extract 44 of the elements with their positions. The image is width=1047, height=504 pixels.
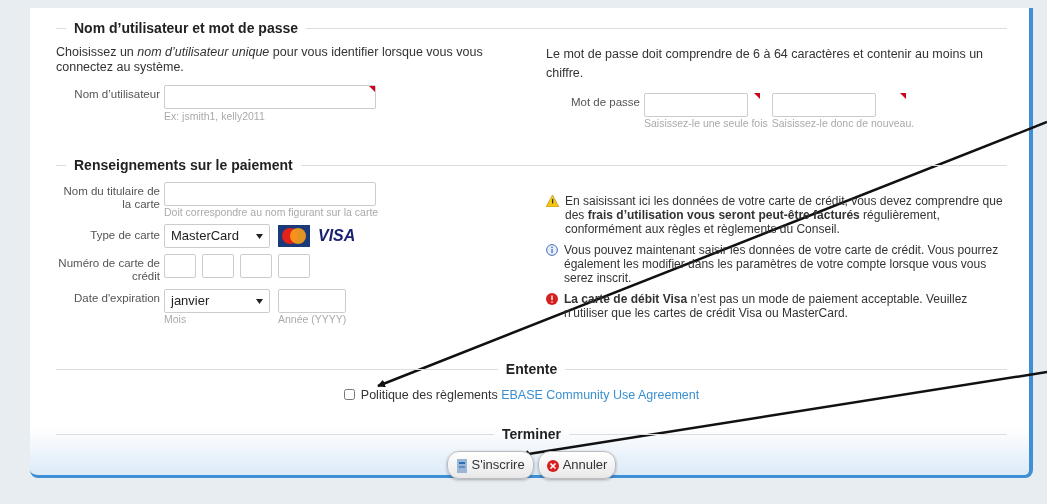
warning-icon (546, 194, 559, 207)
info-icon (546, 243, 558, 256)
card-number-field[interactable] (164, 253, 196, 278)
field-hint: Année (YYYY) (278, 312, 347, 325)
error-icon (546, 292, 558, 305)
agreement-checkbox[interactable] (343, 389, 355, 401)
password-field[interactable] (771, 92, 876, 117)
card-type-select[interactable]: MasterCard (164, 223, 270, 248)
dropdown-arrow-icon (256, 233, 263, 239)
field-hint: Saisissez-le une seule fois (644, 116, 768, 129)
field-label: Type de carte (89, 229, 160, 242)
mastercard-logo-icon (278, 224, 310, 247)
section-heading: Terminer (502, 425, 561, 445)
field-label: Nom du titulaire de la carte (62, 183, 160, 211)
password-field[interactable] (644, 92, 748, 117)
cancel-button[interactable]: Annuler (537, 451, 617, 479)
month-select[interactable]: janvier (164, 288, 270, 313)
field-hint: Ex: jsmith1, kelly2011 (164, 110, 266, 122)
card-number-field[interactable] (240, 253, 272, 278)
agreement-text: Politique des règlements EBASE Community Use Agreement (360, 386, 700, 404)
field-hint: Saisissez-le donc de nouveau. (771, 116, 915, 129)
card-number-field[interactable] (278, 253, 310, 278)
agreement-link[interactable]: EBASE Community Use Agreement (501, 387, 700, 402)
section-heading: Nom d’utilisateur et mot de passe (74, 19, 299, 38)
section-heading: Entente (505, 359, 558, 379)
year-field[interactable] (278, 288, 346, 313)
field-label: Numéro de carte de crédit (57, 255, 160, 283)
notice-text: En saisissant ici les données de votre carte de crédit, vous devez comprendre que des frais d’utilisation vous seront peut-être facturés régulièrement, conformément aux règles et règlements du Conseil. (565, 193, 1004, 236)
intro-text: Choisissez un nom d’utilisateur unique pour vous identifier lorsque vous vous connectez au système. (56, 45, 484, 75)
register-icon (455, 458, 468, 473)
card-number-field[interactable] (202, 253, 234, 278)
field-label: Mot de passe (569, 94, 640, 109)
dropdown-arrow-icon (256, 298, 263, 304)
section-heading: Renseignements sur le paiement (74, 155, 293, 175)
username-field[interactable] (164, 85, 376, 109)
field-hint: Mois (164, 312, 188, 325)
cancel-icon (546, 459, 559, 472)
field-label: Date d'expiration (73, 290, 160, 305)
password-rule: Le mot de passe doit comprendre de 6 à 64 caractères et contenir au moins un chiffre. (546, 46, 985, 82)
field-hint: Doit correspondre au nom figurant sur la carte (164, 205, 379, 218)
field-label: Nom d’utilisateur (73, 87, 160, 101)
register-button[interactable]: S'inscrire (446, 451, 534, 479)
visa-logo: VISA (318, 225, 356, 246)
cardholder-field[interactable] (164, 181, 376, 206)
